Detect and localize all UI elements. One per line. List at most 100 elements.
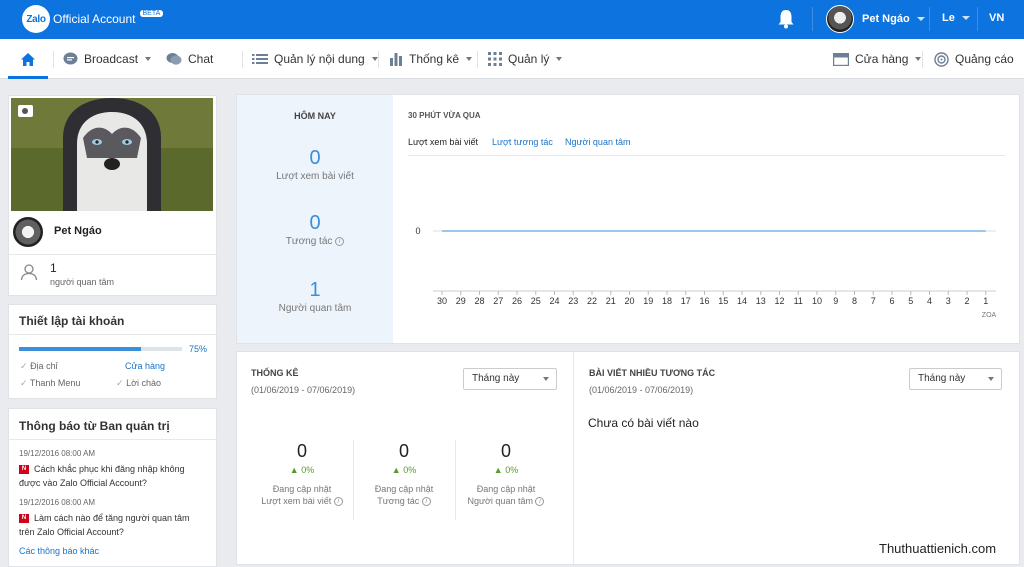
x-tick-label: 17 — [681, 296, 691, 306]
notices-title: Thông báo từ Ban quản trị — [19, 419, 170, 433]
setup-title: Thiết lập tài khoản — [19, 314, 125, 328]
notices-more-link[interactable]: Các thông báo khác — [19, 546, 99, 556]
chevron-down-icon — [916, 17, 925, 21]
divider — [8, 439, 217, 440]
profile-name: Pet Ngáo — [54, 225, 102, 237]
x-tick-label: 28 — [474, 296, 484, 306]
setup-item-greeting[interactable]: ✓ Lời chào — [116, 378, 161, 389]
info-icon[interactable]: i — [421, 497, 431, 507]
nav-store[interactable]: Cửa hàng — [833, 39, 922, 79]
chevron-down-icon — [145, 57, 152, 61]
nav-store-label: Cửa hàng — [855, 52, 909, 66]
x-tick-label: 9 — [833, 296, 838, 306]
nav-ads[interactable]: Quảng cáo — [934, 39, 1014, 79]
x-tick-label: 10 — [812, 296, 822, 306]
bell-icon[interactable] — [777, 9, 795, 29]
x-tick-label: 13 — [756, 296, 766, 306]
x-tick-label: 7 — [871, 296, 876, 306]
husky-cover-image — [11, 98, 213, 211]
store-icon — [833, 52, 849, 66]
stats-period-select[interactable]: Tháng này — [463, 368, 557, 390]
nav-content[interactable]: Quản lý nội dung — [252, 39, 378, 79]
x-tick-label: 8 — [852, 296, 857, 306]
check-icon: ✓ — [20, 378, 28, 388]
top-posts-period-select[interactable]: Tháng này — [909, 368, 1002, 390]
arrow-up-icon: ▲ — [493, 465, 503, 475]
nav-manage[interactable]: Quản lý — [488, 39, 563, 79]
notice-item[interactable]: N Làm cách nào để tăng người quan tâm trên… — [19, 511, 190, 539]
top-posts-range: (01/06/2019 - 07/06/2019) — [589, 385, 694, 395]
info-icon[interactable]: i — [333, 497, 343, 507]
notice-text: được vào Zalo Official Account? — [19, 478, 147, 488]
chevron-down-icon — [915, 57, 922, 61]
today-title: HÔM NAY — [294, 111, 336, 121]
broadcast-icon — [63, 52, 78, 65]
x-tick-label: 2 — [964, 296, 969, 306]
tab-followers[interactable]: Người quan tâm — [565, 137, 630, 147]
zalo-logo[interactable]: Zalo Official Account BETA — [22, 5, 164, 33]
account-label: Le — [942, 12, 955, 24]
x-tick-label: 23 — [568, 296, 578, 306]
setup-item-menu[interactable]: ✓ Thanh Menu — [20, 378, 80, 389]
nav-chat[interactable]: Chat — [166, 39, 213, 79]
user-icon — [20, 264, 38, 281]
notice-item[interactable]: N Cách khắc phục khi đăng nhập không được … — [19, 462, 185, 490]
grid-icon — [488, 52, 502, 66]
stat-label: Lượt xem bài viết i — [252, 496, 352, 507]
nav-broadcast[interactable]: Broadcast — [63, 39, 152, 79]
topbar-divider — [929, 7, 930, 31]
info-icon[interactable]: i — [335, 236, 345, 246]
x-tick-label: 20 — [624, 296, 634, 306]
stats-title: THỐNG KÊ — [251, 368, 299, 378]
stat-label: Người quan tâm i — [456, 496, 556, 507]
today-interactions-value: 0 — [309, 212, 321, 234]
today-followers-value: 1 — [309, 279, 321, 301]
label-text: Tương tác — [377, 496, 420, 506]
profile-avatar[interactable] — [11, 215, 45, 249]
x-tick-label: 12 — [774, 296, 784, 306]
y-tick-label: 0 — [415, 226, 420, 236]
nav-divider — [378, 51, 379, 68]
chevron-down-icon — [466, 57, 473, 61]
tab-views[interactable]: Lượt xem bài viết — [408, 137, 478, 147]
stat-status: Đang cập nhật — [374, 484, 434, 494]
x-tick-label: 3 — [946, 296, 951, 306]
top-posts-empty: Chưa có bài viết nào — [588, 416, 699, 430]
divider — [573, 352, 574, 564]
info-icon[interactable]: i — [535, 497, 545, 507]
setup-item-label: Địa chỉ — [30, 361, 58, 371]
followers-count: 1 — [50, 261, 57, 275]
x-tick-label: 1 — [983, 296, 988, 306]
today-views-label: Lượt xem bài viết — [276, 171, 354, 182]
x-tick-label: 4 — [927, 296, 932, 306]
x-tick-label: 5 — [908, 296, 913, 306]
user-menu[interactable]: Pet Ngáo — [826, 4, 925, 34]
chevron-down-icon — [961, 16, 970, 21]
cover-photo[interactable] — [11, 98, 213, 211]
notice-text: Cách khắc phục khi đăng nhập không — [34, 464, 185, 474]
tab-interactions[interactable]: Lượt tương tác — [492, 137, 553, 147]
notice-date: 19/12/2016 08:00 AM — [19, 498, 96, 507]
x-tick-label: 24 — [549, 296, 559, 306]
interactions-text: Tương tác — [285, 236, 333, 247]
arrow-up-icon: ▲ — [391, 465, 401, 475]
language-switcher[interactable]: VN — [989, 12, 1004, 24]
nav-manage-label: Quản lý — [508, 52, 550, 66]
setup-item-store[interactable]: Cửa hàng — [125, 361, 165, 371]
nav-divider — [53, 51, 54, 68]
stat-value: 0 — [500, 441, 511, 461]
logo-text: Official Account — [53, 12, 136, 26]
stat-label: Tương tác i — [354, 496, 454, 507]
today-followers-label: Người quan tâm — [278, 303, 352, 314]
nav-chat-label: Chat — [188, 52, 214, 66]
nav-stats[interactable]: Thống kê — [389, 39, 473, 79]
divider — [8, 254, 217, 255]
camera-icon[interactable] — [18, 105, 33, 117]
nav-divider — [242, 51, 243, 68]
nav-ads-label: Quảng cáo — [955, 52, 1014, 66]
account-switcher[interactable]: Le — [942, 12, 970, 24]
stat-change: ▲ 0% — [252, 465, 352, 475]
nav-home[interactable] — [20, 39, 36, 79]
setup-item-address[interactable]: ✓ Địa chỉ — [20, 361, 58, 372]
user-avatar — [826, 5, 854, 33]
